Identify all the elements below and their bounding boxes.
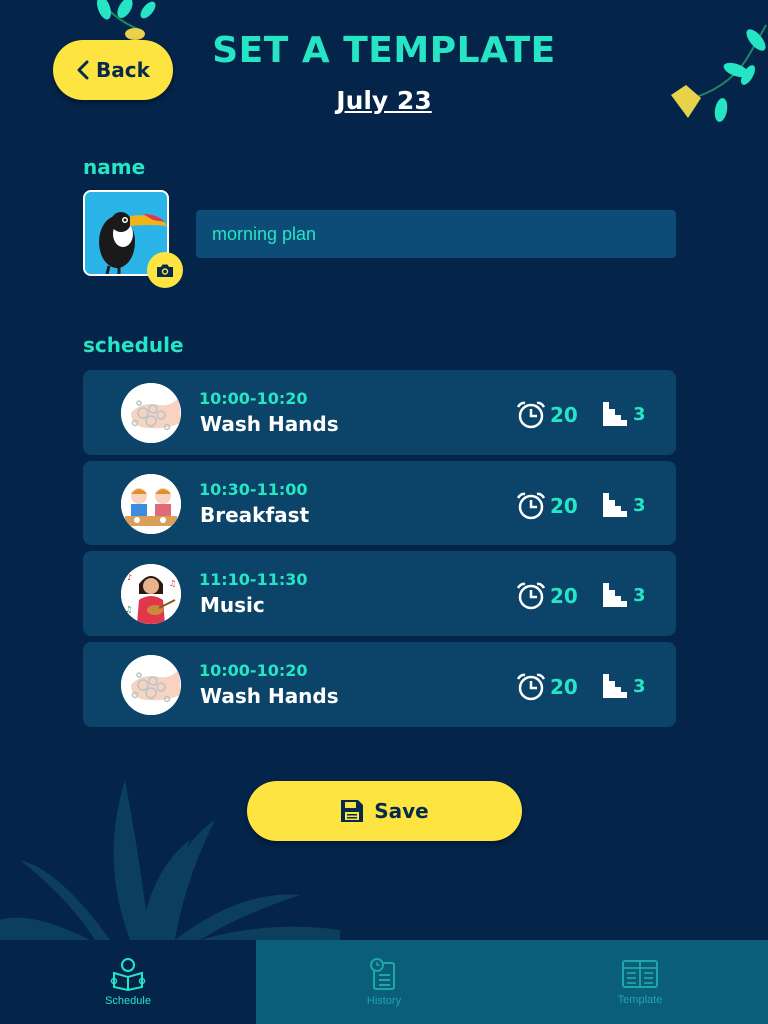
tab-label: Schedule bbox=[105, 995, 151, 1007]
task-steps-value: 3 bbox=[633, 494, 646, 516]
task-duration-value: 20 bbox=[550, 584, 578, 608]
svg-text:♪: ♪ bbox=[127, 573, 132, 582]
stairs-icon bbox=[603, 583, 627, 607]
task-time: 10:00-10:20 bbox=[199, 661, 308, 680]
task-steps: 3 bbox=[603, 493, 646, 517]
template-name-input[interactable] bbox=[196, 210, 676, 258]
stairs-icon bbox=[603, 674, 627, 698]
music-icon: ♪ ♫ ♫ bbox=[121, 564, 181, 624]
tab-bar: Schedule History Template bbox=[0, 940, 768, 1024]
save-label: Save bbox=[374, 799, 429, 823]
wash-hands-icon bbox=[121, 383, 181, 443]
svg-text:♫: ♫ bbox=[169, 579, 176, 588]
reader-icon bbox=[110, 958, 146, 991]
alarm-clock-icon bbox=[516, 673, 546, 701]
alarm-clock-icon bbox=[516, 401, 546, 429]
stairs-icon bbox=[603, 493, 627, 517]
schedule-item[interactable]: 10:00-10:20 Wash Hands 20 3 bbox=[83, 642, 676, 727]
alarm-clock-icon bbox=[516, 582, 546, 610]
wash-hands-icon bbox=[121, 655, 181, 715]
task-steps-value: 3 bbox=[633, 403, 646, 425]
task-steps-value: 3 bbox=[633, 675, 646, 697]
page-title: SET A TEMPLATE bbox=[212, 30, 556, 71]
stairs-icon bbox=[603, 402, 627, 426]
page-date: July 23 bbox=[336, 86, 432, 115]
task-duration-value: 20 bbox=[550, 675, 578, 699]
task-name: Wash Hands bbox=[200, 412, 339, 436]
alarm-clock-icon bbox=[516, 492, 546, 520]
tab-label: History bbox=[366, 995, 402, 1007]
schedule-section-label: schedule bbox=[83, 333, 184, 357]
task-duration: 20 bbox=[516, 400, 578, 430]
task-steps: 3 bbox=[603, 402, 646, 426]
task-time: 11:10-11:30 bbox=[199, 570, 308, 589]
tab-history[interactable]: History bbox=[256, 940, 512, 1024]
task-time: 10:00-10:20 bbox=[199, 389, 308, 408]
svg-text:♫: ♫ bbox=[125, 605, 132, 614]
camera-button[interactable] bbox=[147, 252, 183, 288]
task-steps: 3 bbox=[603, 583, 646, 607]
task-duration-value: 20 bbox=[550, 403, 578, 427]
schedule-item[interactable]: 10:30-11:00 Breakfast 20 3 bbox=[83, 461, 676, 545]
camera-icon bbox=[157, 264, 173, 277]
save-icon bbox=[341, 800, 364, 822]
schedule-item[interactable]: 10:00-10:20 Wash Hands 20 3 bbox=[83, 370, 676, 455]
task-name: Music bbox=[200, 593, 265, 617]
task-duration-value: 20 bbox=[550, 494, 578, 518]
task-name: Wash Hands bbox=[200, 684, 339, 708]
task-duration: 20 bbox=[516, 581, 578, 611]
name-section-label: name bbox=[83, 155, 146, 179]
history-icon bbox=[370, 958, 395, 990]
task-duration: 20 bbox=[516, 672, 578, 702]
tab-schedule[interactable]: Schedule bbox=[0, 940, 256, 1024]
tab-template[interactable]: Template bbox=[512, 940, 768, 1024]
breakfast-icon bbox=[121, 474, 181, 534]
task-steps-value: 3 bbox=[633, 584, 646, 606]
template-icon bbox=[622, 960, 658, 988]
task-time: 10:30-11:00 bbox=[199, 480, 308, 499]
task-name: Breakfast bbox=[200, 503, 310, 527]
save-button[interactable]: Save bbox=[247, 781, 522, 841]
schedule-list: 10:00-10:20 Wash Hands 20 3 10:30-11:00 … bbox=[83, 370, 676, 733]
task-duration: 20 bbox=[516, 491, 578, 521]
schedule-item[interactable]: ♪ ♫ ♫ 11:10-11:30 Music 20 3 bbox=[83, 551, 676, 636]
task-steps: 3 bbox=[603, 674, 646, 698]
tab-label: Template bbox=[617, 994, 663, 1006]
